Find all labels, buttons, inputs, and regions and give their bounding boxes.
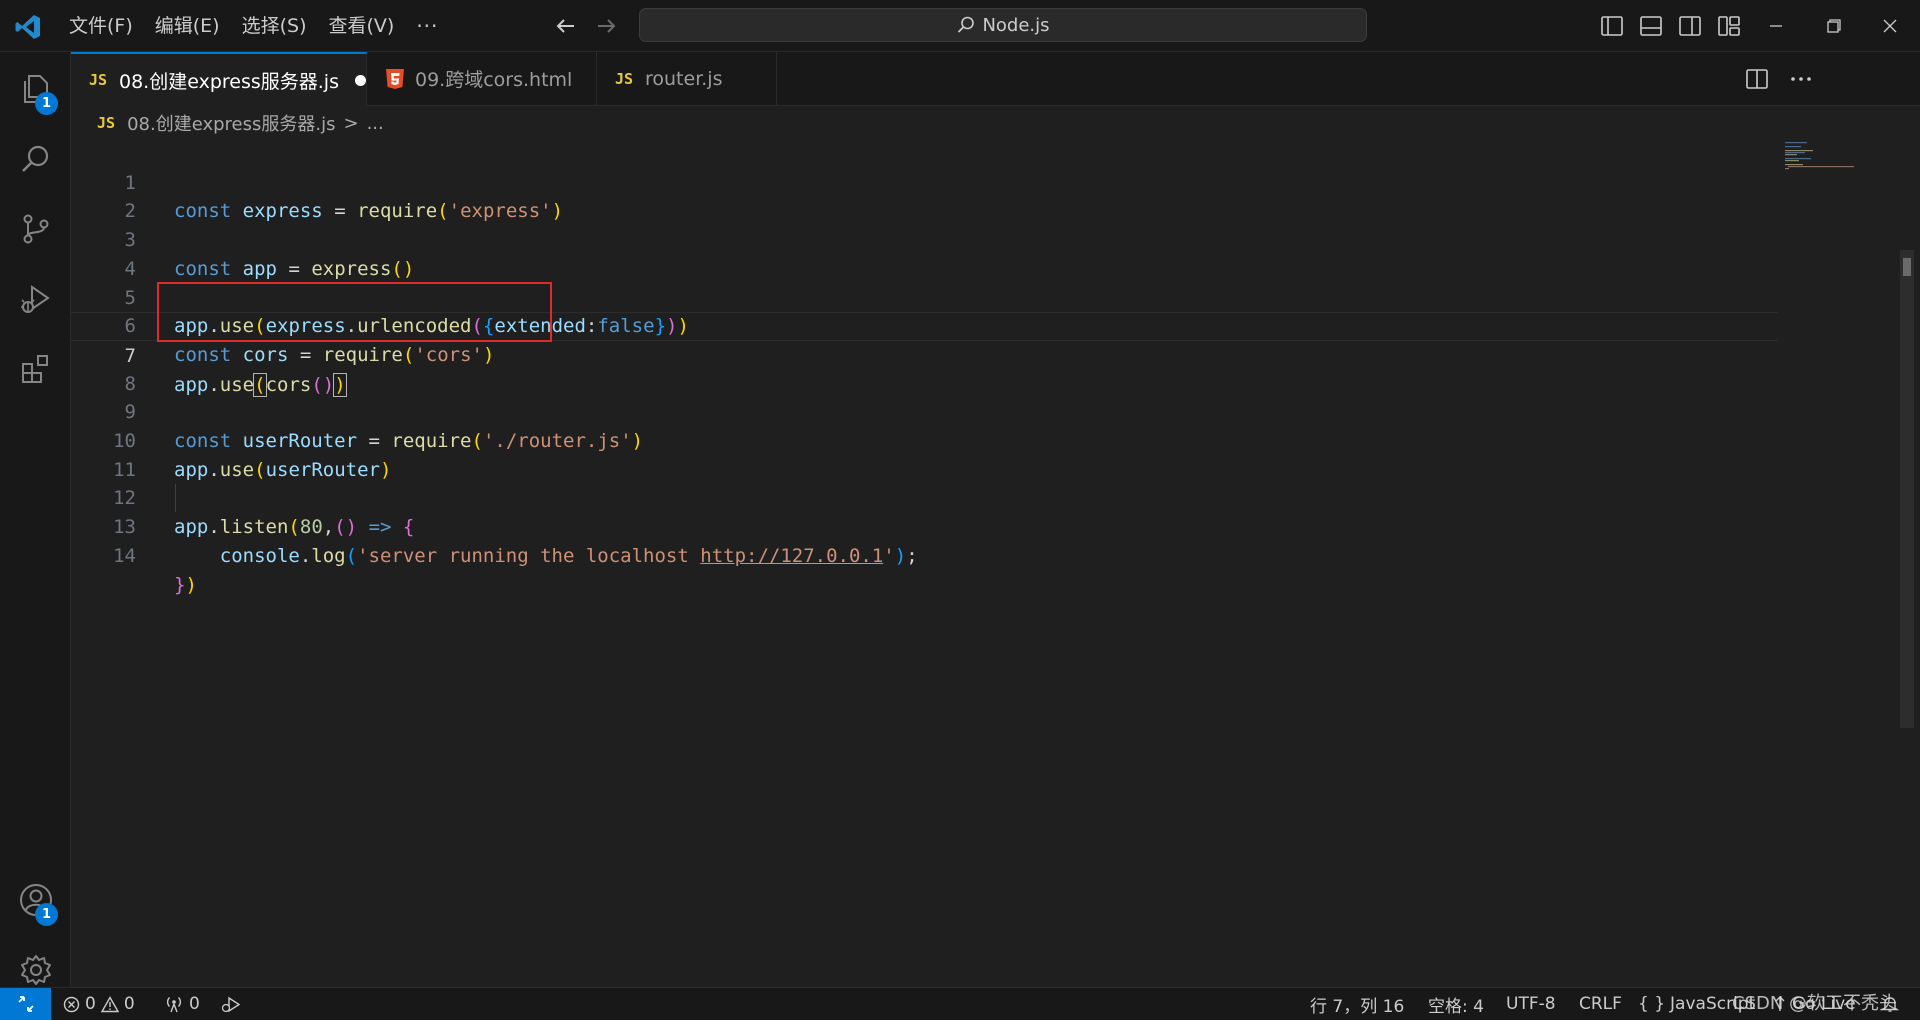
menu-edit[interactable]: 编辑(E) [144,9,231,43]
code-line: 9 const userRouter = require('./router.j… [71,370,1771,452]
code-text: }) [174,573,197,596]
code-line: 2 [71,169,1771,222]
warning-count: 0 [123,994,135,1014]
code-line: 11 [71,427,1771,481]
code-text: console.log('server running the localhos… [219,544,918,567]
command-center-search[interactable]: Node.js [639,8,1367,42]
command-center-text: Node.js [982,14,1050,36]
split-editor-icon[interactable] [1744,66,1770,92]
extensions-icon[interactable] [0,334,71,404]
watermark-text: CSDN @软工不秃头 [1732,993,1898,1014]
problems-status[interactable]: 0 0 [63,988,135,1020]
minimize-icon[interactable] [1759,12,1793,40]
tab-label: 09.跨域cors.html [415,69,573,91]
debug-launch-icon[interactable] [220,988,242,1020]
tab-label: router.js [645,67,723,90]
arrow-left-icon[interactable] [552,12,580,40]
unsaved-dot-icon[interactable] [354,74,366,86]
customize-layout-icon[interactable] [1715,12,1743,40]
javascript-file-icon: JS [89,71,108,89]
code-line: 5 app.use(express.urlencoded({extended:f… [71,255,1771,338]
activity-bar: 1 1 [0,52,71,987]
run-debug-icon[interactable] [0,264,71,334]
javascript-file-icon: JS [97,114,116,132]
breadcrumb-symbols[interactable]: ... [367,113,384,134]
vertical-scrollbar[interactable] [1900,250,1914,728]
code-line: 4 [71,226,1771,280]
explorer-icon[interactable]: 1 [0,54,71,124]
tab-cors-html[interactable]: 09.跨域cors.html [367,52,597,105]
eol-setting[interactable]: CRLF [1579,988,1622,1020]
error-icon [63,996,80,1013]
chevron-right-icon: > [343,112,359,134]
menu-more-icon[interactable]: ··· [405,9,449,43]
javascript-file-icon: JS [615,69,634,88]
encoding-setting[interactable]: UTF-8 [1506,988,1556,1020]
restore-icon[interactable] [1816,12,1850,40]
close-icon[interactable] [1873,12,1907,40]
menu-bar: 文件(F) 编辑(E) 选择(S) 查看(V) ··· [58,0,449,52]
code-line: 13 console.log('server running the local… [71,484,1771,567]
minimap[interactable] [1785,140,1855,170]
editor-tab-bar: JS 08.创建express服务器.js 09.跨域cors.html JS … [71,52,1920,106]
title-bar: 文件(F) 编辑(E) 选择(S) 查看(V) ··· Node.js [0,0,1920,52]
scrollbar-cursor-marker [1903,258,1911,276]
indent-guide [175,484,176,512]
warning-icon [100,995,119,1013]
code-line: 8 [71,341,1771,395]
tab-router-js[interactable]: JS router.js [597,52,777,105]
vscode-logo-icon [14,13,42,41]
annotation-highlight-box [157,282,552,342]
remote-window-icon[interactable] [0,988,51,1020]
cursor-position[interactable]: 行 7，列 16 [1310,988,1404,1020]
code-line: 14 }) [71,513,1771,596]
accounts-icon[interactable]: 1 [0,865,71,935]
menu-view[interactable]: 查看(V) [318,9,406,43]
tab-express-server[interactable]: JS 08.创建express服务器.js [71,52,367,106]
menu-selection[interactable]: 选择(S) [231,9,318,43]
search-icon [956,15,976,35]
status-bar: 0 0 0 行 7，列 16 空格: 4 UTF-8 CRLF { } Java… [0,987,1920,1020]
breadcrumb-file[interactable]: 08.创建express服务器.js [127,110,335,136]
broadcast-icon [164,995,184,1013]
line-number: 14 [113,544,136,567]
toggle-panel-icon[interactable] [1637,12,1665,40]
tab-label: 08.创建express服务器.js [119,70,339,93]
html5-icon [385,68,415,90]
braces-icon: { } [1638,994,1666,1014]
toggle-primary-sidebar-icon[interactable] [1598,12,1626,40]
arrow-right-icon[interactable] [592,12,620,40]
ports-count: 0 [189,994,200,1014]
breadcrumb: JS 08.创建express服务器.js > ... [97,106,384,140]
more-actions-icon[interactable] [1788,66,1814,92]
accounts-badge: 1 [35,903,58,926]
code-editor[interactable]: 1 const express = require('express') 2 3… [71,140,1920,987]
code-line: 1 const express = require('express') [71,140,1771,223]
source-control-icon[interactable] [0,194,71,264]
toggle-secondary-sidebar-icon[interactable] [1676,12,1704,40]
indentation-setting[interactable]: 空格: 4 [1428,988,1484,1020]
code-line: 10 app.use(userRouter) [71,398,1771,481]
menu-file[interactable]: 文件(F) [58,9,144,43]
ports-status[interactable]: 0 [164,988,200,1020]
explorer-badge: 1 [35,92,58,115]
code-line: 3 const app = express() [71,197,1771,280]
code-line: 12 app.listen(80,() => { [71,456,1771,538]
search-icon[interactable] [0,124,71,194]
error-count: 0 [85,994,96,1014]
